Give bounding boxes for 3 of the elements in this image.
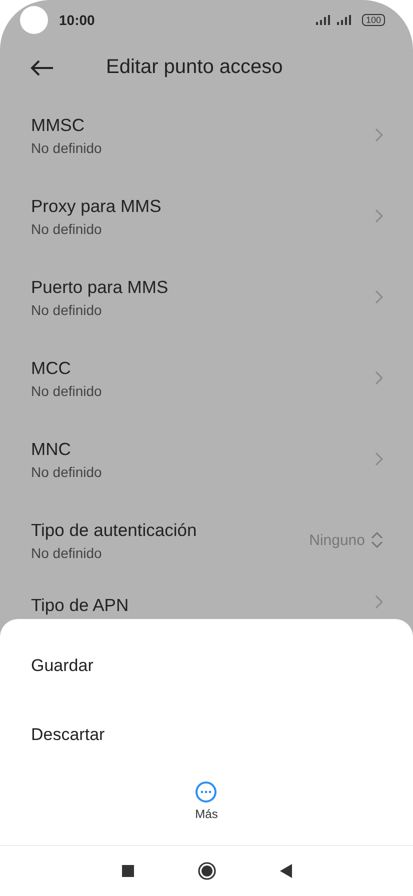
page-title: Editar punto acceso <box>106 56 283 79</box>
battery-level: 100 <box>362 14 385 26</box>
status-time: 10:00 <box>59 12 95 28</box>
